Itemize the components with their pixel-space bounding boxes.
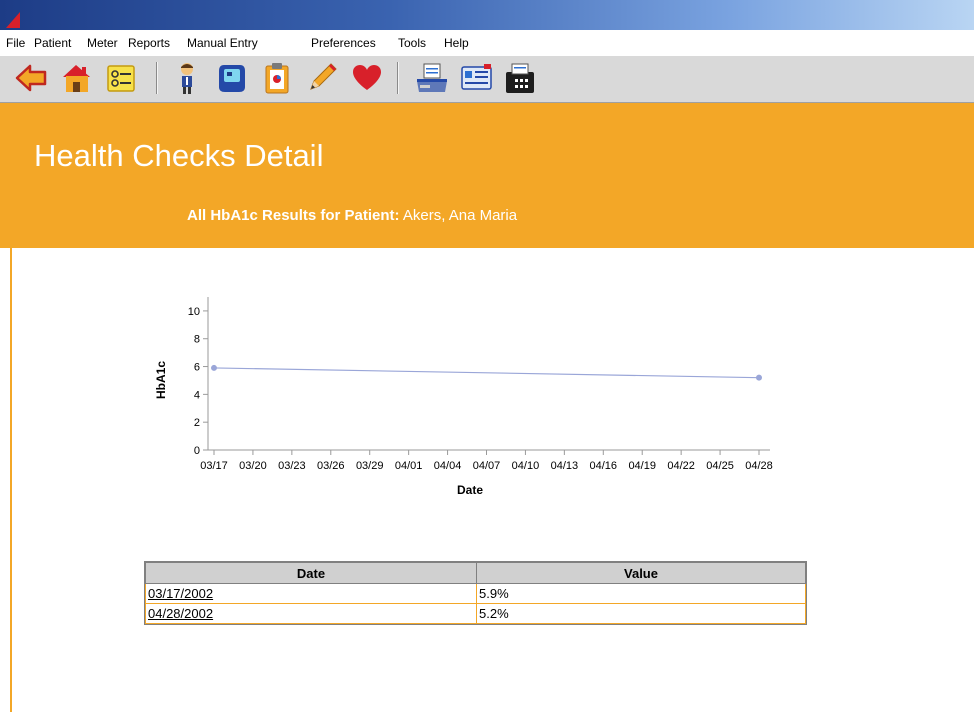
y-tick-label: 10 — [188, 306, 200, 318]
series-layer — [211, 364, 762, 381]
fax-icon[interactable] — [503, 61, 537, 95]
page-title: Health Checks Detail — [34, 138, 324, 173]
x-tick-label: 03/20 — [239, 460, 267, 472]
toolbar — [0, 56, 974, 103]
table-row: 03/17/2002 5.9% — [145, 583, 806, 604]
y-tick-label: 2 — [194, 417, 200, 429]
value-cell: 5.2% — [476, 603, 806, 624]
x-ticks: 03/17 03/20 03/23 03/26 03/29 04/01 04/04 04/07… — [200, 450, 773, 472]
x-tick-label: 03/26 — [317, 460, 345, 472]
printer-icon[interactable] — [415, 61, 449, 95]
x-tick-label: 04/13 — [551, 460, 579, 472]
meter-icon[interactable] — [215, 61, 249, 95]
x-tick-label: 04/28 — [745, 460, 773, 472]
menu-preferences[interactable]: Preferences — [311, 36, 376, 50]
card-icon[interactable] — [460, 61, 494, 95]
x-tick-label: 03/29 — [356, 460, 384, 472]
results-table: Date Value 03/17/2002 5.9% 04/28/2002 5.… — [144, 561, 807, 625]
home-icon[interactable] — [60, 61, 94, 95]
clipboard-icon[interactable] — [260, 61, 294, 95]
x-axis-title: Date — [457, 483, 483, 497]
x-tick-label: 04/04 — [434, 460, 462, 472]
value-cell: 5.9% — [476, 583, 806, 604]
hba1c-series-line — [213, 367, 760, 379]
x-tick-label: 03/23 — [278, 460, 306, 472]
date-link[interactable]: 03/17/2002 — [148, 586, 213, 601]
menu-help[interactable]: Help — [444, 36, 469, 50]
x-tick-label: 04/10 — [512, 460, 540, 472]
header-banner — [0, 103, 974, 248]
patient-name: Akers, Ana Maria — [402, 207, 518, 224]
menu-meter[interactable]: Meter — [87, 36, 118, 50]
subtitle-label: All HbA1c Results for Patient: — [187, 207, 400, 224]
date-link[interactable]: 04/28/2002 — [148, 606, 213, 621]
y-tick-label: 4 — [194, 389, 200, 401]
y-axis-title: HbA1c — [154, 361, 168, 399]
x-tick-label: 04/22 — [667, 460, 695, 472]
window-title-bar — [0, 0, 974, 30]
toolbar-separator — [156, 62, 158, 94]
back-arrow-icon[interactable] — [14, 61, 48, 95]
column-header-date: Date — [145, 562, 477, 584]
table-header-row: Date Value — [145, 562, 806, 584]
patient-icon[interactable] — [170, 61, 204, 95]
date-cell: 04/28/2002 — [145, 603, 477, 624]
heart-icon[interactable] — [350, 61, 384, 95]
toolbar-separator — [397, 62, 399, 94]
y-ticks: 0 2 4 6 8 10 — [188, 306, 208, 457]
menu-reports[interactable]: Reports — [128, 36, 170, 50]
left-accent-rule — [10, 248, 12, 712]
x-tick-label: 04/19 — [628, 460, 656, 472]
x-tick-label: 04/16 — [590, 460, 618, 472]
menu-tools[interactable]: Tools — [398, 36, 426, 50]
pencil-icon[interactable] — [305, 61, 339, 95]
menu-manual-entry[interactable]: Manual Entry — [187, 36, 258, 50]
date-cell: 03/17/2002 — [145, 583, 477, 604]
x-tick-label: 04/01 — [395, 460, 423, 472]
app-logo-icon — [6, 12, 20, 28]
y-tick-label: 6 — [194, 362, 200, 374]
column-header-value: Value — [476, 562, 806, 584]
menu-patient[interactable]: Patient — [34, 36, 71, 50]
x-tick-label: 04/07 — [473, 460, 501, 472]
y-tick-label: 8 — [194, 334, 200, 346]
data-point — [211, 364, 217, 371]
y-tick-label: 0 — [194, 445, 200, 457]
table-row: 04/28/2002 5.2% — [145, 603, 806, 624]
menu-file[interactable]: File — [6, 36, 25, 50]
hba1c-chart: 0 2 4 6 8 10 03/17 03/20 03/23 03/26 03/29 04/01 04… — [154, 297, 773, 497]
menu-bar: File Patient Meter Reports Manual Entry … — [0, 30, 974, 56]
checklist-icon[interactable] — [104, 61, 138, 95]
data-point — [756, 374, 762, 381]
patient-subtitle: All HbA1c Results for Patient: Akers, An… — [187, 207, 517, 224]
x-tick-label: 03/17 — [200, 460, 228, 472]
x-tick-label: 04/25 — [706, 460, 734, 472]
